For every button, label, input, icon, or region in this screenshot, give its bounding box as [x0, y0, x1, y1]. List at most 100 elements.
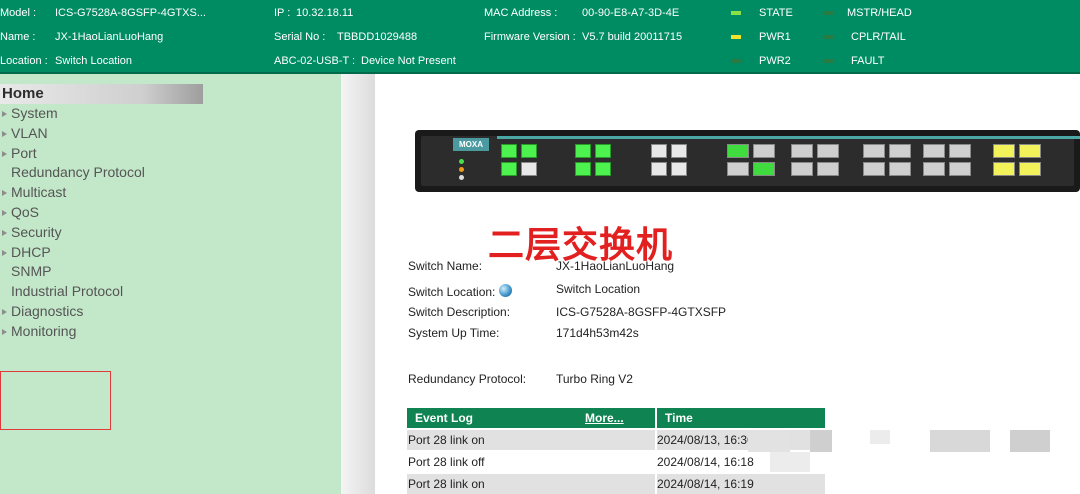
state-led-icon [731, 11, 741, 15]
sidebar-item-redundancy-protocol[interactable]: Redundancy Protocol [2, 163, 145, 181]
name-label: Name : [0, 31, 36, 43]
redundancy-label: Redundancy Protocol: [408, 372, 527, 386]
sidebar-item-security[interactable]: Security [2, 223, 62, 241]
time-cell: 2024/08/14, 16:19 [657, 474, 825, 494]
frame-divider [341, 74, 375, 494]
table-row: Port 28 link off [407, 452, 655, 472]
abc-value: Device Not Present [361, 55, 456, 67]
table-row: Port 28 link on [407, 430, 655, 450]
sfp-port-icon [889, 162, 911, 176]
sfp-port-icon [923, 162, 945, 176]
rj45-port-icon [501, 144, 517, 158]
rj45-port-icon [671, 144, 687, 158]
expand-arrow-icon [2, 309, 7, 316]
sfp-port-icon [1019, 144, 1041, 158]
expand-arrow-icon [2, 329, 7, 336]
globe-icon[interactable] [499, 284, 513, 297]
sfp-port-icon [1019, 162, 1041, 176]
panel-led-icon [459, 167, 464, 172]
ip-label: IP : [274, 7, 291, 19]
sidebar-item-label: System [11, 105, 58, 121]
sfp-port-icon [753, 144, 775, 158]
switch-description-value: ICS-G7528A-8GSFP-4GTXSFP [556, 305, 727, 319]
pwr2-led-label: PWR2 [759, 55, 791, 67]
time-header-label: Time [665, 411, 693, 425]
home-label: Home [2, 85, 44, 102]
model-label: Model : [0, 7, 37, 19]
rj45-port-icon [575, 162, 591, 176]
event-log-header: Event Log More... [407, 408, 655, 428]
cplr-led-icon [823, 35, 833, 39]
sidebar-item-system[interactable]: System [2, 104, 58, 122]
switch-front-panel-image: MOXA [415, 130, 1080, 192]
sidebar-item-monitoring[interactable]: Monitoring [2, 322, 76, 340]
state-led-label: STATE [759, 7, 793, 19]
redacted-block [770, 452, 810, 472]
switch-location-value: Switch Location [556, 282, 641, 296]
redacted-block [748, 430, 790, 452]
sidebar-item-label: Multicast [11, 184, 67, 201]
sidebar-item-multicast[interactable]: Multicast [2, 183, 66, 201]
ip-value: 10.32.18.11 [296, 7, 354, 19]
sidebar-item-label: DHCP [11, 243, 51, 260]
rj45-port-icon [501, 162, 517, 176]
pwr1-led-label: PWR1 [759, 31, 791, 43]
sfp-port-icon [949, 144, 971, 158]
sfp-port-icon [863, 144, 885, 158]
rj45-port-icon [671, 162, 687, 176]
event-cell: Port 28 link on [408, 433, 485, 447]
sfp-port-icon [817, 144, 839, 158]
event-cell: Port 28 link off [408, 455, 485, 469]
sfp-port-icon [949, 162, 971, 176]
mac-label: MAC Address : [484, 7, 558, 19]
serial-label: Serial No : [274, 31, 326, 43]
annotation-highlight-box [0, 371, 111, 430]
expand-arrow-icon [2, 190, 7, 197]
location-value: Switch Location [55, 55, 133, 67]
redundancy-value: Turbo Ring V2 [556, 372, 633, 386]
sidebar-item-label: QoS [11, 204, 40, 220]
time-header: Time [657, 408, 825, 428]
sidebar-item-dhcp[interactable]: DHCP [2, 243, 51, 261]
panel-led-icon [459, 175, 464, 180]
abc-label: ABC-02-USB-T : [274, 55, 356, 67]
redacted-block [870, 430, 890, 444]
expand-arrow-icon [2, 131, 7, 138]
switch-location-label: Switch Location: [408, 285, 496, 299]
sfp-port-icon [889, 144, 911, 158]
redacted-block [1010, 430, 1050, 452]
rj45-port-icon [651, 144, 667, 158]
rj45-port-icon [575, 144, 591, 158]
panel-stripe [497, 136, 1080, 139]
sfp-port-icon [863, 162, 885, 176]
rj45-port-icon [651, 162, 667, 176]
rj45-port-icon [595, 162, 611, 176]
sidebar-menu: Home System VLAN Port Redundancy Protocol Mu… [0, 74, 341, 494]
expand-arrow-icon [2, 210, 7, 217]
sidebar-item-snmp[interactable]: SNMP [2, 262, 51, 280]
sidebar-item-qos[interactable]: QoS [2, 203, 39, 221]
sidebar-item-vlan[interactable]: VLAN [2, 124, 48, 142]
sidebar-item-port[interactable]: Port [2, 144, 37, 162]
expand-arrow-icon [2, 111, 7, 118]
expand-arrow-icon [2, 230, 7, 237]
rj45-port-icon [521, 144, 537, 158]
uptime-value: 171d4h53m42s [556, 326, 639, 340]
sidebar-item-label: SNMP [11, 263, 52, 280]
sidebar-item-label: Port [11, 144, 37, 161]
moxa-logo: MOXA [453, 138, 489, 151]
redacted-block [810, 430, 832, 452]
switch-name-label: Switch Name: [408, 259, 483, 273]
event-cell: Port 28 link on [408, 477, 485, 491]
firmware-value: V5.7 build 20011715 [582, 31, 683, 43]
redacted-block [930, 430, 990, 452]
sfp-port-icon [993, 162, 1015, 176]
more-link[interactable]: More... [585, 408, 624, 428]
sidebar-item-industrial-protocol[interactable]: Industrial Protocol [2, 282, 123, 300]
sidebar-item-diagnostics[interactable]: Diagnostics [2, 302, 83, 320]
sidebar-item-label: Security [11, 223, 62, 240]
sidebar-item-home[interactable]: Home [0, 84, 203, 104]
model-value: ICS-G7528A-8GSFP-4GTXS... [55, 7, 206, 19]
location-label: Location : [0, 55, 48, 67]
expand-arrow-icon [2, 150, 7, 157]
